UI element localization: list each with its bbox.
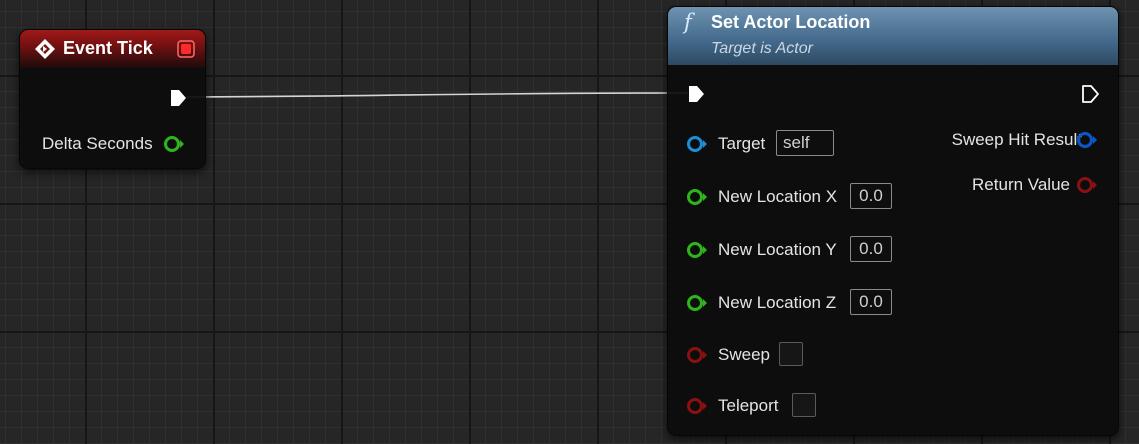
- sweep-label: Sweep: [718, 345, 770, 364]
- new-location-x-label: New Location X: [718, 187, 838, 206]
- target-object-pin-icon[interactable]: [686, 134, 710, 154]
- set-actor-location-node[interactable]: f Set Actor Location Target is Actor Tar…: [667, 6, 1119, 436]
- event-tick-title: Event Tick: [63, 38, 153, 58]
- event-tick-node[interactable]: Event Tick Delta Seconds: [19, 29, 206, 169]
- new-location-x-float-pin-icon[interactable]: [686, 187, 710, 207]
- new-location-z-label: New Location Z: [718, 293, 837, 312]
- teleport-label: Teleport: [718, 396, 779, 415]
- delta-seconds-label: Delta Seconds: [42, 134, 153, 153]
- target-value-field[interactable]: self: [776, 130, 834, 156]
- return-value-bool-pin-icon[interactable]: [1076, 175, 1100, 195]
- new-location-y-label: New Location Y: [718, 240, 837, 259]
- target-label: Target: [718, 134, 766, 153]
- set-actor-location-subtitle: Target is Actor: [711, 40, 813, 57]
- function-icon: f: [684, 10, 692, 34]
- sweep-bool-pin-icon[interactable]: [686, 345, 710, 365]
- sweep-checkbox[interactable]: [779, 342, 803, 366]
- new-location-z-input[interactable]: 0.0: [850, 289, 892, 315]
- new-location-y-input[interactable]: 0.0: [850, 236, 892, 262]
- exec-in-pin-icon[interactable]: [686, 84, 706, 104]
- new-location-y-float-pin-icon[interactable]: [686, 240, 710, 260]
- teleport-checkbox[interactable]: [792, 393, 816, 417]
- delta-seconds-float-pin-icon[interactable]: [163, 134, 187, 154]
- new-location-x-input[interactable]: 0.0: [850, 183, 892, 209]
- return-value-label: Return Value: [972, 175, 1070, 194]
- sweep-hit-result-struct-pin-icon[interactable]: [1076, 130, 1100, 150]
- exec-out-pin-icon[interactable]: [168, 88, 188, 108]
- teleport-bool-pin-icon[interactable]: [686, 396, 710, 416]
- event-diamond-icon: [35, 39, 55, 59]
- red-square-icon: [177, 40, 195, 58]
- set-actor-location-title: Set Actor Location: [711, 12, 871, 32]
- exec-out-pin-icon[interactable]: [1080, 84, 1100, 104]
- new-location-z-float-pin-icon[interactable]: [686, 293, 710, 313]
- sweep-hit-result-label: Sweep Hit Result: [951, 130, 1082, 149]
